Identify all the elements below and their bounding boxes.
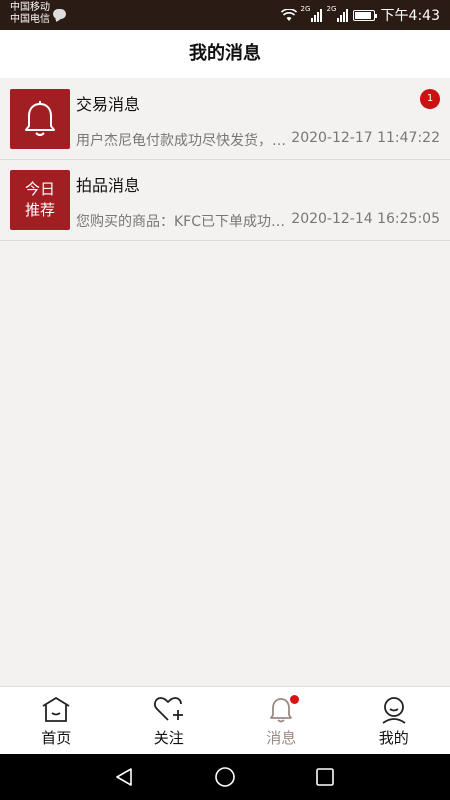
message-thumbnail: 今日 推荐	[10, 170, 70, 230]
message-title: 交易消息	[76, 95, 141, 114]
back-icon[interactable]	[113, 766, 135, 788]
tab-label: 我的	[378, 729, 409, 747]
message-item-trade[interactable]: 交易消息 1 用户杰尼龟付款成功尽快发货，请及时处理 2020-12-17 11…	[0, 79, 450, 160]
message-item-auction[interactable]: 今日 推荐 拍品消息 您购买的商品：KFC已下单成功，请尽快付款 2020-12…	[0, 160, 450, 241]
message-preview: 您购买的商品：KFC已下单成功，请尽快付款	[76, 214, 298, 230]
wifi-icon	[280, 8, 297, 21]
heart-plus-icon	[153, 697, 183, 721]
tab-follow[interactable]: 关注	[113, 687, 226, 754]
thumbnail-text: 今日 推荐	[24, 180, 55, 219]
battery-icon	[352, 9, 377, 21]
chat-notification-icon	[53, 9, 66, 19]
unread-dot	[290, 695, 299, 704]
page-title: 我的消息	[0, 30, 450, 78]
user-icon	[382, 697, 406, 724]
home-icon	[42, 697, 70, 722]
carrier-info: 中国移动 中国电信	[10, 2, 50, 26]
status-icons: 2G 2G 下午4:43	[280, 0, 440, 30]
signal-icon-2: 2G	[327, 5, 349, 22]
message-title: 拍品消息	[76, 176, 141, 195]
tab-label: 关注	[153, 729, 184, 747]
message-time: 2020-12-14 16:25:05	[291, 211, 440, 227]
bottom-tab-bar: 首页 关注 消息 我的	[0, 686, 450, 754]
signal-icon-1: 2G	[301, 5, 323, 22]
status-bar: 中国移动 中国电信 2G 2G 下午4:43	[0, 0, 450, 30]
carrier-2: 中国电信	[10, 14, 50, 25]
tab-label: 消息	[266, 729, 297, 747]
home-circle-icon[interactable]	[214, 766, 236, 788]
tab-home[interactable]: 首页	[0, 687, 113, 754]
recents-icon[interactable]	[314, 766, 336, 788]
message-time: 2020-12-17 11:47:22	[291, 130, 440, 146]
tab-mine[interactable]: 我的	[338, 687, 450, 754]
carrier-1: 中国移动	[10, 2, 50, 13]
message-thumbnail	[10, 89, 70, 149]
tab-label: 首页	[41, 729, 72, 747]
status-time: 下午4:43	[380, 8, 440, 24]
bell-icon	[25, 101, 55, 136]
unread-badge: 1	[420, 89, 440, 109]
tab-messages[interactable]: 消息	[225, 687, 338, 754]
system-nav-bar	[0, 754, 450, 800]
message-preview: 用户杰尼龟付款成功尽快发货，请及时处理	[76, 133, 298, 149]
